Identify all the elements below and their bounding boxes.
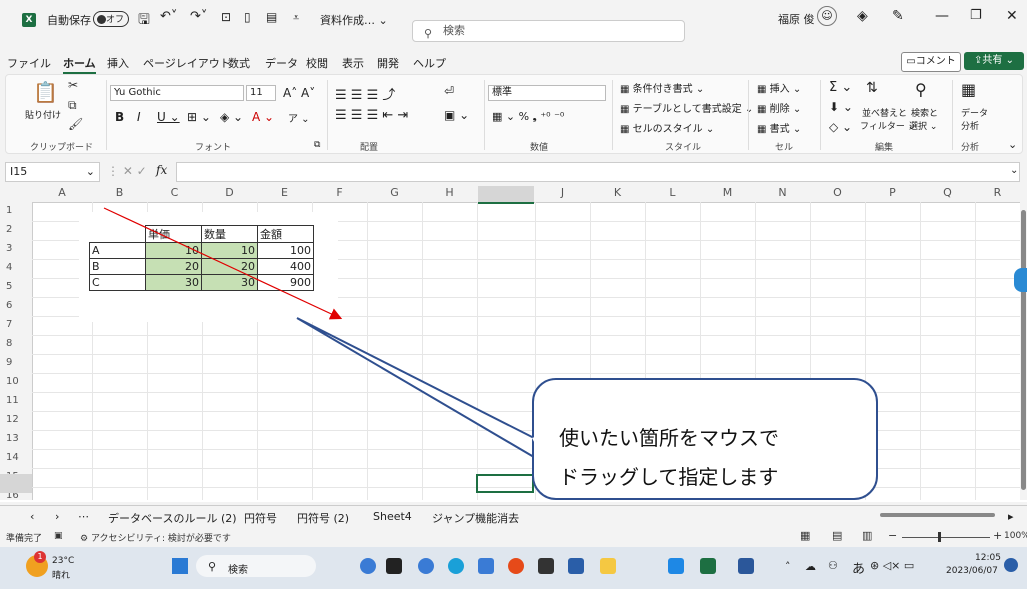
scroll-right-icon[interactable]: ▸: [1008, 510, 1014, 523]
horizontal-scroll-thumb[interactable]: [880, 513, 995, 517]
sheet-tab[interactable]: 円符号: [244, 510, 277, 526]
taskbar-app-icon[interactable]: [568, 558, 584, 574]
sheet-nav-prev-icon[interactable]: ‹: [30, 510, 34, 523]
notification-icon[interactable]: [1004, 558, 1018, 572]
callout-pointer-mask: [532, 432, 548, 472]
network-speaker-icons[interactable]: ⊛ ◁× ▭: [870, 559, 914, 572]
file-explorer-icon[interactable]: [600, 558, 616, 574]
weather-condition: 晴れ: [52, 571, 71, 581]
callout-line-2: ドラッグして指定します: [559, 465, 779, 489]
tray-chevron-icon[interactable]: ˄: [785, 560, 791, 573]
sheet-tab[interactable]: ジャンプ機能消去: [432, 510, 519, 526]
tray-app-icon[interactable]: ⚇: [828, 559, 838, 572]
clock-time[interactable]: 12:05: [975, 553, 1001, 563]
word-taskbar-icon[interactable]: [738, 558, 754, 574]
sheet-nav-next-icon[interactable]: ›: [55, 510, 59, 523]
taskbar-app-icon[interactable]: [478, 558, 494, 574]
side-widget-icon[interactable]: [1014, 268, 1027, 292]
taskbar-app-icon[interactable]: [418, 558, 434, 574]
weather-temp: 23°C: [52, 556, 75, 566]
macro-record-icon[interactable]: ▣: [54, 531, 63, 541]
excel-taskbar-icon[interactable]: [700, 558, 716, 574]
accessibility-icon: ⚙: [80, 534, 89, 544]
sheet-tab[interactable]: Sheet4: [373, 510, 412, 523]
chrome-icon[interactable]: [508, 558, 524, 574]
zoom-slider-thumb[interactable]: [938, 532, 941, 542]
sheet-tab[interactable]: 円符号 (2): [297, 510, 349, 526]
taskbar-app-icon[interactable]: [386, 558, 402, 574]
zoom-out-icon[interactable]: −: [888, 529, 897, 542]
taskbar-app-icon[interactable]: [668, 558, 684, 574]
page-layout-view-icon[interactable]: ▤: [832, 529, 842, 542]
tray-cloud-icon[interactable]: ☁: [805, 560, 816, 573]
callout-line-1: 使いたい箇所をマウスで: [559, 426, 779, 450]
zoom-in-icon[interactable]: +: [993, 529, 1002, 542]
ime-indicator[interactable]: あ: [852, 558, 865, 577]
callout-pointer: [296, 317, 557, 471]
accessibility-text: アクセシビリティ: 検討が必要です: [90, 534, 231, 544]
taskbar-search-icon: ⚲: [208, 560, 217, 573]
normal-view-icon[interactable]: ▦: [800, 529, 810, 542]
zoom-slider[interactable]: [902, 537, 990, 538]
sheet-tab[interactable]: データベースのルール (2): [108, 510, 237, 526]
notification-badge: 1: [34, 551, 46, 563]
taskbar-app-icon[interactable]: [538, 558, 554, 574]
zoom-level[interactable]: 100%: [1004, 531, 1027, 541]
more-sheets-icon[interactable]: ⋯: [78, 510, 89, 523]
clock-date[interactable]: 2023/06/07: [946, 566, 998, 576]
red-arrow: [103, 207, 343, 320]
start-windows-icon[interactable]: [172, 558, 188, 574]
edge-icon[interactable]: [448, 558, 464, 574]
taskbar-app-icon[interactable]: [360, 558, 376, 574]
accessibility-status[interactable]: ⚙ アクセシビリティ: 検討が必要です: [80, 531, 231, 544]
taskbar-search-label: 検索: [228, 565, 248, 576]
vertical-scroll-thumb[interactable]: [1021, 210, 1026, 490]
annotation-overlay: [103, 207, 557, 471]
page-break-view-icon[interactable]: ▥: [862, 529, 872, 542]
status-ready: 準備完了: [6, 534, 43, 544]
